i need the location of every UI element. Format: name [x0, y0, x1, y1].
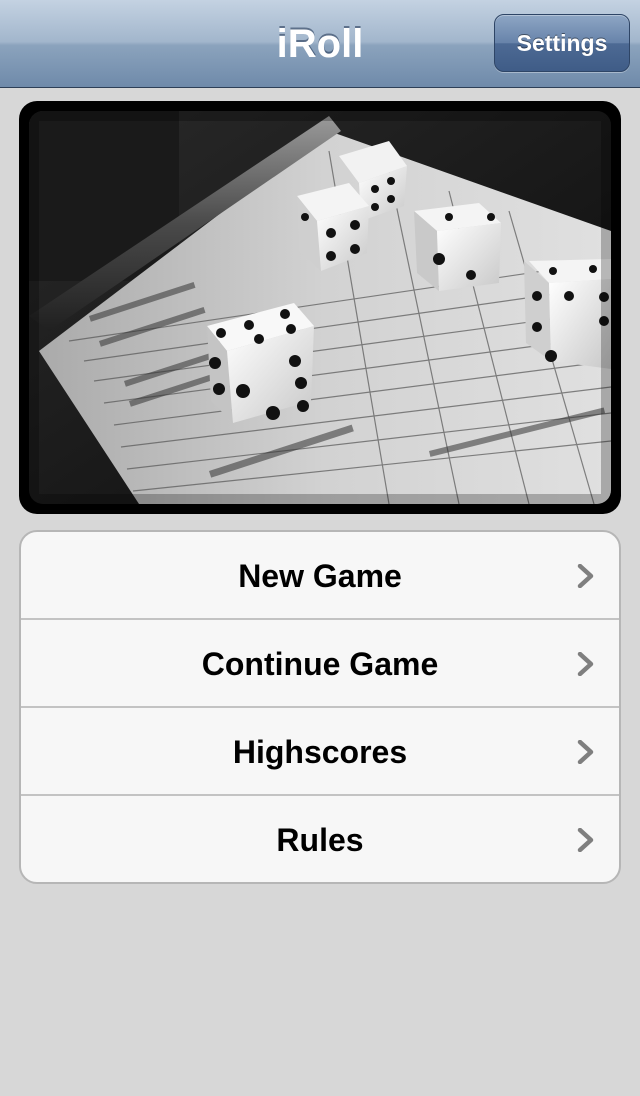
menu-item-continue-game[interactable]: Continue Game — [21, 620, 619, 708]
main-menu: New Game Continue Game Highscores Rules — [19, 530, 621, 884]
menu-item-new-game[interactable]: New Game — [21, 532, 619, 620]
chevron-right-icon — [577, 652, 594, 676]
dice-on-scorecard-photo — [29, 111, 611, 504]
header-photo-frame — [19, 101, 621, 514]
chevron-right-icon — [577, 740, 594, 764]
chevron-right-icon — [577, 828, 594, 852]
menu-item-label: Highscores — [232, 734, 408, 770]
settings-button[interactable]: Settings — [494, 14, 630, 72]
menu-item-label: New Game — [238, 558, 402, 594]
navigation-bar: iRoll Settings — [0, 0, 640, 88]
menu-item-highscores[interactable]: Highscores — [21, 708, 619, 796]
menu-item-label: Continue Game — [201, 646, 439, 682]
chevron-right-icon — [577, 564, 594, 588]
menu-item-label: Rules — [276, 822, 364, 858]
menu-item-rules[interactable]: Rules — [21, 796, 619, 882]
